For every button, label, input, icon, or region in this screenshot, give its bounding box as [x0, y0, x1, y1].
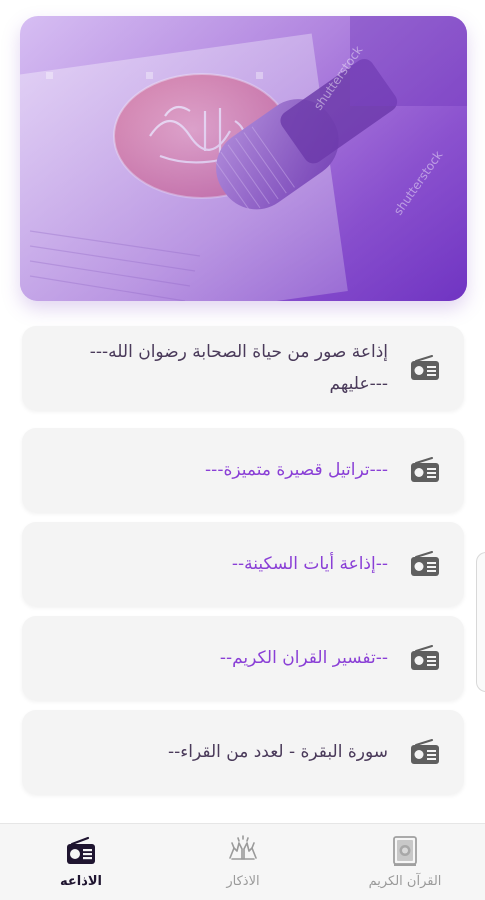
side-drawer-handle[interactable]	[476, 552, 485, 692]
bottom-navigation: الاذاعه الاذكار القرآن الكريم	[0, 823, 485, 900]
station-title: ---تراتيل قصيرة متميزة---	[205, 460, 388, 480]
station-item[interactable]: إذاعة صور من حياة الصحابة رضوان الله--- …	[22, 326, 464, 410]
station-title: --تفسير القران الكريم--	[219, 648, 388, 668]
nav-label-radio: الاذاعه	[59, 874, 103, 889]
radio-icon	[411, 739, 439, 764]
station-title: --إذاعة أيات السكينة--	[231, 554, 388, 574]
nav-item-quran[interactable]: القرآن الكريم	[340, 824, 470, 900]
station-title: إذاعة صور من حياة الصحابة رضوان الله--- …	[89, 342, 388, 394]
radio-icon	[67, 836, 95, 864]
hero-banner: shutterstock shutterstock	[20, 16, 467, 301]
radio-icon	[411, 355, 439, 380]
praying-hands-icon	[229, 835, 257, 860]
radio-icon	[411, 645, 439, 670]
radio-icon	[411, 551, 439, 576]
nav-label-quran: القرآن الكريم	[368, 874, 442, 889]
quran-book-icon	[393, 836, 417, 866]
nav-label-azkar: الاذكار	[226, 874, 260, 889]
station-item[interactable]: --تفسير القران الكريم--	[22, 616, 464, 700]
station-title: سورة البقرة - لعدد من القراء--	[167, 742, 388, 762]
station-item[interactable]: سورة البقرة - لعدد من القراء--	[22, 710, 464, 794]
nav-item-radio[interactable]: الاذاعه	[16, 824, 146, 900]
nav-item-azkar[interactable]: الاذكار	[178, 824, 308, 900]
station-item[interactable]: --إذاعة أيات السكينة--	[22, 522, 464, 606]
hero-image: shutterstock shutterstock	[20, 16, 467, 301]
station-item[interactable]: ---تراتيل قصيرة متميزة---	[22, 428, 464, 512]
radio-icon	[411, 457, 439, 482]
